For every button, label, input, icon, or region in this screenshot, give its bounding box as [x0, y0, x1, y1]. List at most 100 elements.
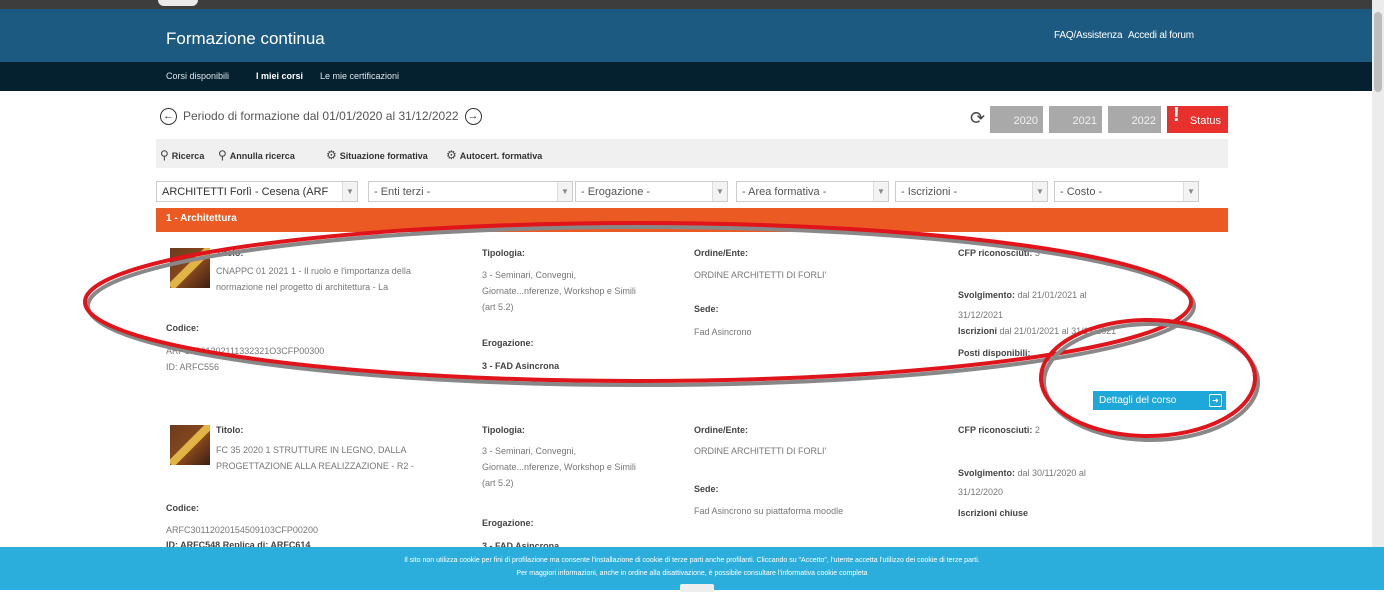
autocert-tool[interactable]: ⚙ Autocert. formativa [446, 148, 542, 162]
filter-area-select[interactable]: - Area formativa - ▼ [736, 181, 889, 202]
category-header: 1 - Architettura [156, 208, 1228, 232]
ordine-value: ORDINE ARCHITETTI DI FORLI' [694, 446, 827, 456]
course-codice: ARFC3011202015450910​3CFP00200 [166, 525, 318, 535]
title-label: Titolo: [216, 248, 244, 258]
iscrizioni-value: chiuse [999, 508, 1029, 518]
cfp-value: 3 [1034, 248, 1040, 258]
course-id: ID: ARFC556 [166, 362, 220, 372]
chevron-down-icon: ▼ [873, 182, 888, 201]
search-icon: ⚲ [160, 148, 169, 162]
prev-period-icon[interactable]: ← [160, 107, 177, 125]
nav-corsi-disponibili[interactable]: Corsi disponibili [166, 71, 229, 81]
tipologia-line1: 3 - Seminari, Convegni, [482, 270, 577, 280]
chevron-down-icon: ▼ [342, 182, 357, 201]
refresh-icon[interactable]: ⟳ [970, 108, 985, 129]
details-button[interactable]: Dettagli del corso ➜ [1093, 391, 1226, 410]
search-cancel-icon: ⚲ [218, 148, 227, 162]
year-2022-button[interactable]: 2022 [1108, 106, 1161, 133]
cookie-banner: Il sito non utilizza cookie per fini di … [0, 547, 1384, 592]
alert-icon: ! [1173, 104, 1180, 126]
filter-enti-select[interactable]: - Enti terzi - ▼ [368, 181, 573, 202]
filter-iscrizioni-select[interactable]: - Iscrizioni - ▼ [895, 181, 1048, 202]
faq-link[interactable]: FAQ/Assistenza [1054, 30, 1123, 41]
svolgimento-label: Svolgimento: dal 30/11/2020 al [958, 468, 1086, 478]
period-navigator: ← Periodo di formazione dal 01/01/2020 a… [160, 105, 482, 127]
erogazione-label: Erogazione: [482, 518, 534, 528]
nav-certificazioni[interactable]: Le mie certificazioni [320, 71, 399, 81]
course-card: Titolo: CNAPPC 01 2021 1 - Il ruolo e l'… [156, 240, 1228, 390]
tipologia-label: Tipologia: [482, 425, 525, 435]
sede-value: Fad Asincrono [694, 327, 752, 337]
iscrizioni-value: dal 21/01/2021 al 31/12/2021 [999, 326, 1117, 336]
arrow-right-icon: ➜ [1209, 394, 1222, 407]
cookie-text: Il sito non utilizza cookie per fini di … [404, 557, 980, 564]
logo-pill [158, 0, 198, 6]
ordine-label: Ordine/Ente: [694, 248, 749, 258]
sede-label: Sede: [694, 304, 719, 314]
nav-miei-corsi[interactable]: I miei corsi [256, 71, 303, 81]
ordine-value: ORDINE ARCHITETTI DI FORLI' [694, 270, 827, 280]
scrollbar-thumb[interactable] [1374, 12, 1382, 92]
forum-link[interactable]: Accedi al forum [1128, 30, 1194, 41]
tipologia-line3: (art 5.2) [482, 302, 514, 312]
gear-icon: ⚙ [326, 148, 337, 162]
situazione-tool[interactable]: ⚙ Situazione formativa [326, 148, 428, 162]
site-header: Formazione continua FAQ/Assistenza Acced… [0, 9, 1384, 62]
iscrizioni-label: Iscrizioni chiuse [958, 508, 1029, 518]
svolgimento-value: dal 30/11/2020 al [1017, 468, 1086, 478]
chevron-down-icon: ▼ [557, 182, 572, 201]
year-2021-button[interactable]: 2021 [1049, 106, 1102, 133]
next-period-icon[interactable]: → [464, 107, 482, 125]
browser-top-strip [0, 0, 1384, 9]
course-thumbnail [170, 248, 210, 288]
erogazione-label: Erogazione: [482, 338, 534, 348]
iscrizioni-label: Iscrizioni dal 21/01/2021 al 31/12/2021 [958, 326, 1117, 336]
chevron-down-icon: ▼ [712, 182, 727, 201]
cookie-accept-button[interactable] [680, 584, 714, 592]
ordine-label: Ordine/Ente: [694, 425, 749, 435]
tipologia-label: Tipologia: [482, 248, 525, 258]
site-title: Formazione continua [166, 29, 325, 48]
erogazione-value: 3 - FAD Asincrona [482, 361, 560, 371]
status-label: Status [1189, 115, 1221, 127]
svolgimento-end: 31/12/2021 [958, 310, 1004, 320]
status-button[interactable]: ! Status [1167, 104, 1228, 133]
year-2020-button[interactable]: 2020 [990, 106, 1043, 133]
course-title-line2: normazione nel progetto di architettura … [216, 282, 389, 292]
codice-label: Codice: [166, 323, 200, 333]
filter-ordine-select[interactable]: ARCHITETTI Forlì - Cesena (ARF ▼ [156, 181, 358, 202]
tipologia-line2: Giornate...nferenze, Workshop e Simili [482, 286, 636, 296]
tipologia-line3: (art 5.2) [482, 478, 514, 488]
chevron-down-icon: ▼ [1183, 182, 1198, 201]
chevron-down-icon: ▼ [1032, 182, 1047, 201]
search-tool[interactable]: ⚲ Ricerca [160, 148, 204, 162]
tipologia-line2: Giornate...nferenze, Workshop e Simili [482, 462, 636, 472]
header-links: FAQ/Assistenza Accedi al forum [1054, 30, 1194, 41]
filter-erogazione-select[interactable]: - Erogazione - ▼ [575, 181, 728, 202]
page-scrollbar[interactable] [1372, 0, 1384, 590]
codice-label: Codice: [166, 503, 200, 513]
sede-label: Sede: [694, 484, 719, 494]
filter-bar: ARCHITETTI Forlì - Cesena (ARF ▼ - Enti t… [156, 181, 1228, 203]
filter-costo-select[interactable]: - Costo - ▼ [1054, 181, 1199, 202]
title-label: Titolo: [216, 425, 244, 435]
course-thumbnail [170, 425, 210, 465]
course-card: Titolo: FC 35 2020 1 STRUTTURE IN LEGNO,… [156, 418, 1228, 551]
course-title-line2: PROGETTAZIONE ALLA REALIZZAZIONE - R2 - [216, 461, 414, 471]
course-codice: ARFC2901202111332321O3CFP00300 [166, 346, 325, 356]
tipologia-line1: 3 - Seminari, Convegni, [482, 446, 577, 456]
course-title-line1: CNAPPC 01 2021 1 - Il ruolo e l'importan… [216, 266, 411, 276]
period-text: Periodo di formazione dal 01/01/2020 al … [183, 109, 459, 123]
svolgimento-value: dal 21/01/2021 al [1017, 290, 1087, 300]
toolbar: ⚲ Ricerca ⚲ Annulla ricerca ⚙ Situazione fo… [156, 139, 1228, 168]
svolgimento-label: Svolgimento: dal 21/01/2021 al [958, 290, 1087, 300]
course-title-line1: FC 35 2020 1 STRUTTURE IN LEGNO, DALLA [216, 445, 407, 455]
sede-value: Fad Asincrono su piattaforma moodle [694, 506, 844, 516]
cfp-value: 2 [1034, 425, 1040, 435]
cookie-info-link[interactable]: Per maggiori informazioni, anche in ordi… [0, 570, 1384, 577]
cancel-search-tool[interactable]: ⚲ Annulla ricerca [218, 148, 295, 162]
posti-label: Posti disponibili: [958, 348, 1031, 358]
sub-navigation: Corsi disponibili I miei corsi Le mie ce… [0, 62, 1384, 91]
cfp-label: CFP riconosciuti: 2 [958, 425, 1040, 435]
svolgimento-end: 31/12/2020 [958, 487, 1004, 497]
